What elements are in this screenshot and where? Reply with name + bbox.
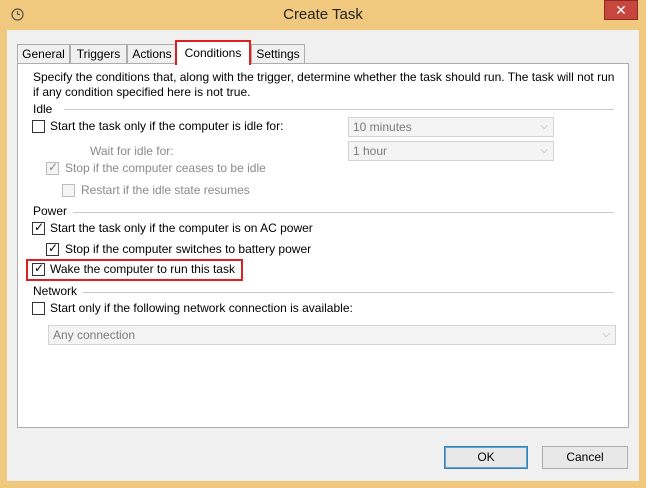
- cancel-button[interactable]: Cancel: [542, 446, 628, 469]
- idle-start-checkbox[interactable]: [32, 120, 45, 133]
- ac-power-checkbox[interactable]: ✓: [32, 220, 45, 235]
- tab-actions[interactable]: Actions: [127, 44, 177, 64]
- battery-stop-label: Stop if the computer switches to battery…: [65, 242, 312, 256]
- idle-divider: [64, 109, 614, 110]
- tab-triggers[interactable]: Triggers: [70, 44, 127, 64]
- conditions-description: Specify the conditions that, along with …: [33, 70, 615, 99]
- stop-if-ceases-label: Stop if the computer ceases to be idle: [65, 161, 266, 175]
- checkmark-icon: ✓: [34, 220, 45, 234]
- stop-if-ceases-checkbox[interactable]: ✓: [46, 160, 59, 175]
- wake-label: Wake the computer to run this task: [50, 262, 235, 276]
- checkmark-icon: ✓: [48, 241, 59, 255]
- create-task-window: Create Task ✕ General Triggers Actions C…: [0, 0, 646, 488]
- restart-idle-label: Restart if the idle state resumes: [81, 183, 250, 197]
- close-button[interactable]: ✕: [604, 0, 638, 20]
- chevron-down-icon: ⌵: [540, 121, 548, 132]
- network-connection-checkbox[interactable]: [32, 302, 45, 315]
- dialog-client-area: General Triggers Actions Conditions Sett…: [7, 30, 639, 481]
- tab-general[interactable]: General: [17, 44, 70, 64]
- restart-idle-checkbox[interactable]: [62, 184, 75, 197]
- power-group-heading: Power: [33, 204, 68, 218]
- tab-conditions[interactable]: Conditions: [175, 40, 251, 65]
- close-icon: ✕: [615, 2, 627, 18]
- tab-settings[interactable]: Settings: [251, 44, 305, 64]
- checkmark-icon: ✓: [48, 160, 59, 174]
- wait-idle-select[interactable]: 1 hour ⌵: [348, 141, 554, 161]
- idle-duration-select[interactable]: 10 minutes ⌵: [348, 117, 554, 137]
- conditions-panel: Specify the conditions that, along with …: [17, 63, 629, 428]
- checkmark-icon: ✓: [34, 261, 45, 275]
- chevron-down-icon: ⌵: [602, 329, 610, 340]
- idle-group-heading: Idle: [33, 102, 53, 116]
- ok-button[interactable]: OK: [444, 446, 528, 469]
- chevron-down-icon: ⌵: [540, 145, 548, 156]
- idle-start-label: Start the task only if the computer is i…: [50, 119, 284, 133]
- network-connection-select[interactable]: Any connection ⌵: [48, 325, 616, 345]
- ac-power-label: Start the task only if the computer is o…: [50, 221, 313, 235]
- idle-duration-value: 10 minutes: [353, 120, 412, 134]
- wake-checkbox[interactable]: ✓: [32, 261, 45, 276]
- power-divider: [73, 212, 614, 213]
- network-connection-label: Start only if the following network conn…: [50, 301, 353, 315]
- network-group-heading: Network: [33, 284, 78, 298]
- wait-idle-label: Wait for idle for:: [90, 144, 174, 158]
- window-title: Create Task: [283, 6, 363, 23]
- battery-stop-checkbox[interactable]: ✓: [46, 241, 59, 256]
- title-bar[interactable]: Create Task ✕: [0, 0, 646, 30]
- network-connection-value: Any connection: [53, 328, 136, 342]
- wait-idle-value: 1 hour: [353, 144, 388, 158]
- network-divider: [83, 292, 614, 293]
